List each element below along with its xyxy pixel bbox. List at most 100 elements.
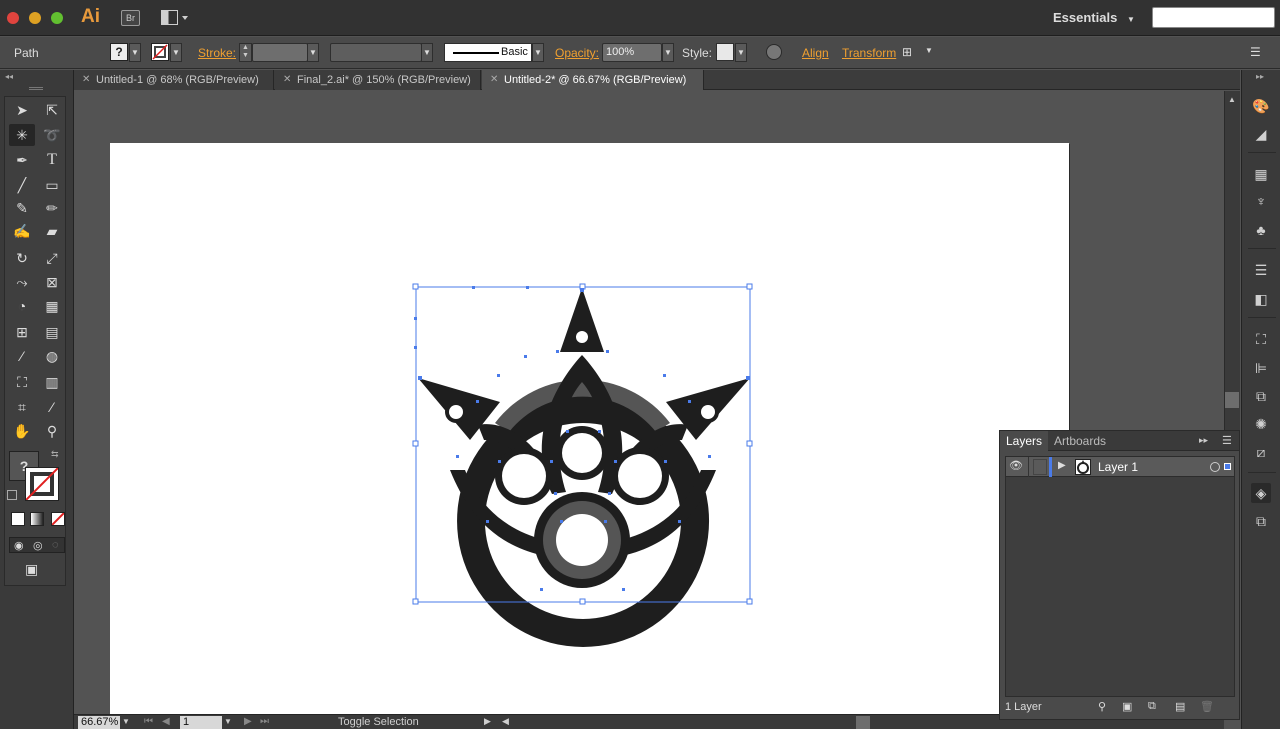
stroke-weight-input[interactable] — [252, 43, 308, 62]
swap-fill-stroke-icon[interactable]: ⇆ — [51, 449, 59, 460]
isolate-selected-icon[interactable]: ⊞ — [902, 45, 920, 61]
next-artboard-icon[interactable]: ▶ — [244, 716, 252, 727]
align-panel-link[interactable]: Align — [802, 46, 829, 60]
draw-normal-icon[interactable]: ◉ — [14, 539, 24, 552]
document-tab[interactable]: ✕ Final_2.ai* @ 150% (RGB/Preview) — [275, 70, 481, 90]
brush-definition-select[interactable]: Basic — [444, 43, 532, 62]
scale-tool-icon[interactable]: ⤢ — [39, 247, 65, 269]
opacity-dropdown-icon[interactable]: ▼ — [662, 43, 674, 62]
new-sublayer-icon[interactable]: ⧉ — [1148, 700, 1156, 713]
screen-mode-icon[interactable]: ▣ — [25, 561, 38, 578]
status-text[interactable]: Toggle Selection — [338, 716, 419, 728]
artboard-dropdown-icon[interactable]: ▼ — [224, 717, 232, 726]
workspace-switcher[interactable]: Essentials ▼ — [1053, 10, 1135, 25]
selection-tool-icon[interactable]: ➤ — [9, 99, 35, 121]
artboard-number-input[interactable]: 1 — [180, 716, 222, 729]
color-guide-icon[interactable]: ◢ — [1251, 124, 1271, 144]
document-tab[interactable]: ✕ Untitled-1 @ 68% (RGB/Preview) — [74, 70, 274, 90]
variable-width-profile-select[interactable] — [330, 43, 422, 62]
gradient-mode-icon[interactable] — [30, 512, 44, 526]
close-window-button[interactable] — [7, 12, 19, 24]
rotate-tool-icon[interactable]: ↻ — [9, 247, 35, 269]
scroll-left-icon[interactable]: ◀ — [502, 716, 509, 727]
graphic-style-swatch[interactable] — [716, 43, 734, 61]
layer-row[interactable]: 👁 ▶ Layer 1 — [1006, 457, 1234, 477]
stroke-swatch[interactable] — [151, 43, 169, 61]
blend-tool-icon[interactable]: ◍ — [39, 345, 65, 367]
transform-panel-icon[interactable]: ⛶ — [1251, 329, 1271, 349]
zoom-window-button[interactable] — [51, 12, 63, 24]
magic-wand-tool-icon[interactable]: ✳ — [9, 124, 35, 146]
blob-brush-tool-icon[interactable]: ✍ — [9, 220, 35, 242]
color-mode-icon[interactable] — [11, 512, 25, 526]
recolor-artwork-icon[interactable] — [766, 44, 782, 60]
collapse-icon[interactable]: ◂◂ — [5, 72, 13, 81]
status-menu-icon[interactable]: ▶ — [484, 716, 491, 727]
rectangle-tool-icon[interactable]: ▭ — [39, 174, 65, 196]
close-tab-icon[interactable]: ✕ — [82, 70, 90, 90]
hand-tool-icon[interactable]: ✋ — [9, 420, 35, 442]
stroke-weight-stepper[interactable]: ▲ ▼ — [239, 43, 252, 62]
artboard-tool-icon[interactable]: ⌗ — [9, 396, 35, 418]
locate-object-icon[interactable]: ⚲ — [1098, 700, 1106, 713]
gradient-panel-icon[interactable]: ◧ — [1251, 289, 1271, 309]
last-artboard-icon[interactable]: ⏭ — [260, 716, 269, 727]
arrange-documents-button[interactable] — [161, 10, 189, 26]
symbols-panel-icon[interactable]: ♣ — [1251, 220, 1271, 240]
selection-indicator[interactable] — [1224, 463, 1231, 470]
fill-dropdown-icon[interactable]: ▼ — [129, 43, 141, 62]
stroke-dropdown-icon[interactable]: ▼ — [170, 43, 182, 62]
variable-width-dropdown-icon[interactable]: ▼ — [421, 43, 433, 62]
line-segment-tool-icon[interactable]: ╱ — [9, 174, 35, 196]
eyedropper-tool-icon[interactable]: ⁄ — [9, 345, 35, 367]
brush-dropdown-icon[interactable]: ▼ — [532, 43, 544, 62]
expand-triangle-icon[interactable]: ▶ — [1058, 460, 1066, 471]
zoom-tool-icon[interactable]: ⚲ — [39, 420, 65, 442]
close-tab-icon[interactable]: ✕ — [283, 70, 291, 90]
paintbrush-tool-icon[interactable]: ✎ — [9, 197, 35, 219]
vertical-scroll-thumb[interactable] — [1225, 392, 1239, 408]
pen-tool-icon[interactable]: ✒ — [9, 149, 35, 171]
tab-layers[interactable]: Layers — [1000, 431, 1049, 451]
zoom-dropdown-icon[interactable]: ▼ — [122, 717, 130, 726]
gradient-tool-icon[interactable]: ▤ — [39, 321, 65, 343]
column-graph-tool-icon[interactable]: ▥ — [39, 371, 65, 393]
brushes-panel-icon[interactable]: ♆ — [1251, 191, 1271, 211]
type-tool-icon[interactable]: T — [39, 149, 65, 171]
make-clipping-mask-icon[interactable]: ▣ — [1122, 700, 1132, 713]
none-mode-icon[interactable] — [51, 512, 65, 526]
free-transform-tool-icon[interactable]: ⊠ — [39, 271, 65, 293]
graphic-styles-icon[interactable]: ⧄ — [1251, 442, 1271, 462]
fill-swatch[interactable]: ? — [110, 43, 128, 61]
close-tab-icon[interactable]: ✕ — [490, 70, 498, 90]
shape-builder-tool-icon[interactable]: ◔ — [9, 295, 35, 317]
layers-panel-icon[interactable]: ◈ — [1251, 483, 1271, 503]
target-icon[interactable] — [1210, 462, 1220, 472]
artboards-panel-icon[interactable]: ⧉ — [1251, 511, 1271, 531]
scroll-up-icon[interactable]: ▲ — [1228, 95, 1236, 104]
artboard[interactable] — [110, 143, 1069, 714]
width-tool-icon[interactable]: ⤳ — [9, 271, 35, 293]
direct-selection-tool-icon[interactable]: ⇱ — [39, 99, 65, 121]
stroke-color-box[interactable] — [25, 467, 59, 501]
layer-name[interactable]: Layer 1 — [1098, 460, 1138, 474]
opacity-panel-link[interactable]: Opacity: — [555, 46, 599, 60]
lock-toggle[interactable] — [1033, 459, 1047, 475]
align-panel-icon[interactable]: ⊫ — [1251, 358, 1271, 378]
panel-menu-icon[interactable]: ☰ — [1250, 45, 1261, 59]
slice-tool-icon[interactable]: ⁄ — [39, 396, 65, 418]
first-artboard-icon[interactable]: ⏮ — [144, 716, 153, 727]
opacity-input[interactable]: 100% — [602, 43, 662, 62]
swatches-panel-icon[interactable]: ▦ — [1251, 164, 1271, 184]
graphic-style-dropdown-icon[interactable]: ▼ — [735, 43, 747, 62]
draw-behind-icon[interactable]: ◎ — [33, 539, 43, 552]
panel-grip[interactable] — [29, 87, 43, 90]
pathfinder-panel-icon[interactable]: ⧉ — [1251, 386, 1271, 406]
document-tab-active[interactable]: ✕ Untitled-2* @ 66.67% (RGB/Preview) — [482, 70, 704, 90]
appearance-panel-icon[interactable]: ✺ — [1251, 414, 1271, 434]
symbol-sprayer-tool-icon[interactable]: ⛶ — [9, 371, 35, 393]
help-search-input[interactable] — [1152, 7, 1275, 28]
eraser-tool-icon[interactable]: ▰ — [39, 220, 65, 242]
mesh-tool-icon[interactable]: ⊞ — [9, 321, 35, 343]
color-panel-icon[interactable]: 🎨 — [1251, 96, 1271, 116]
